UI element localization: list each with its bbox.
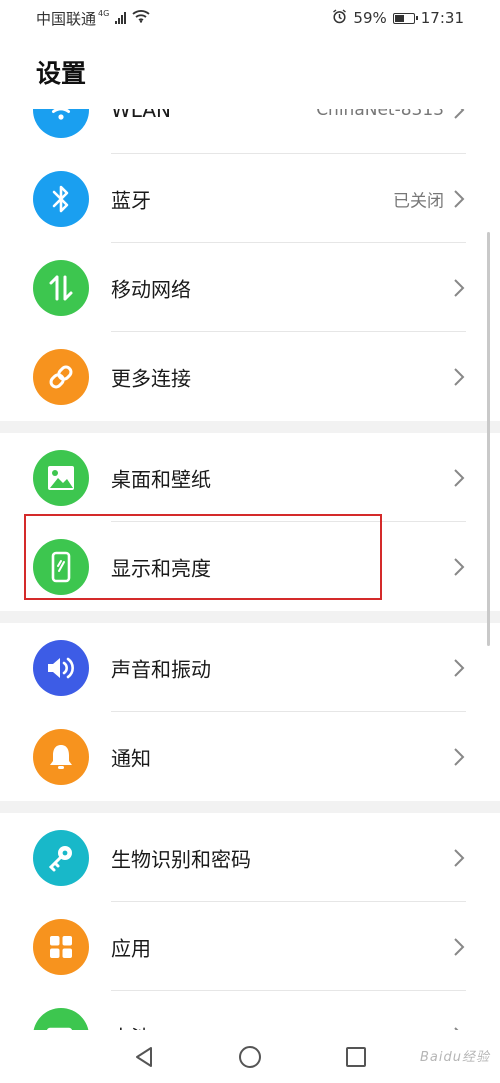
settings-item-label: 声音和振动 [111,657,211,681]
navigation-bar: Baidu经验 [0,1030,500,1083]
speaker-icon [33,639,89,696]
mobile-data-icon [33,259,89,316]
settings-list[interactable]: WLAN ChinaNet-8313 蓝牙 已关闭 移动网络 更多连接 桌面和壁… [0,109,500,1030]
image-icon [33,449,89,506]
status-right: 59% 17:31 [332,8,464,28]
carrier-label: 中国联通 [36,9,97,28]
settings-item-wallpaper[interactable]: 桌面和壁纸 [0,433,500,522]
settings-item-value: ChinaNet-8313 [316,109,444,120]
settings-item-battery[interactable]: 电池 [0,991,500,1030]
settings-item-label: 蓝牙 [111,188,151,212]
settings-item-label: 电池 [111,1021,151,1030]
display-brightness-icon [33,538,89,595]
settings-item-value: 已关闭 [393,191,444,211]
settings-item-sound[interactable]: 声音和振动 [0,623,500,712]
settings-item-label: 生物识别和密码 [111,847,251,871]
settings-item-label: 应用 [111,936,151,960]
battery-percent: 59% [353,9,387,27]
status-left: 中国联通 4G [36,8,150,29]
bell-icon [33,728,89,785]
chevron-right-icon [454,468,465,487]
wifi-icon [33,109,89,138]
settings-item-apps[interactable]: 应用 [0,902,500,991]
chevron-right-icon [454,367,465,386]
settings-item-label: 通知 [111,746,151,770]
settings-item-wlan[interactable]: WLAN ChinaNet-8313 [0,109,500,154]
chevron-right-icon [454,937,465,956]
chevron-right-icon [454,848,465,867]
scrollbar[interactable] [487,232,490,646]
settings-item-label: 移动网络 [111,277,191,301]
watermark: Baidu经验 [420,1050,490,1065]
settings-item-notifications[interactable]: 通知 [0,712,500,801]
chevron-right-icon [454,189,465,208]
chevron-right-icon [454,109,465,119]
settings-item-mobile-network[interactable]: 移动网络 [0,243,500,332]
alarm-icon [332,8,347,28]
battery-icon [392,12,418,24]
settings-item-label: 桌面和壁纸 [111,467,211,491]
wifi-icon [132,9,150,27]
settings-item-label: WLAN [111,109,172,122]
chevron-right-icon [454,747,465,766]
settings-item-display[interactable]: 显示和亮度 [0,522,500,611]
home-icon[interactable] [235,1042,265,1072]
battery-icon [33,1007,89,1030]
settings-item-more-connections[interactable]: 更多连接 [0,332,500,421]
page-title: 设置 [36,59,87,88]
section-gap [0,611,500,623]
signal-icon [115,12,127,24]
status-bar: 中国联通 4G 59% 17:31 [0,0,500,36]
section-gap [0,801,500,813]
chevron-right-icon [454,658,465,677]
back-icon[interactable] [129,1042,159,1072]
bluetooth-icon [33,170,89,227]
settings-item-bluetooth[interactable]: 蓝牙 已关闭 [0,154,500,243]
chevron-right-icon [454,557,465,576]
settings-item-label: 显示和亮度 [111,556,211,580]
network-type-label: 4G [98,8,110,18]
apps-grid-icon [33,918,89,975]
chevron-right-icon [454,278,465,297]
settings-item-label: 更多连接 [111,366,191,390]
key-icon [33,829,89,886]
settings-item-biometrics[interactable]: 生物识别和密码 [0,813,500,902]
recents-icon[interactable] [341,1042,371,1072]
section-gap [0,421,500,433]
link-icon [33,348,89,405]
clock: 17:31 [420,9,464,27]
